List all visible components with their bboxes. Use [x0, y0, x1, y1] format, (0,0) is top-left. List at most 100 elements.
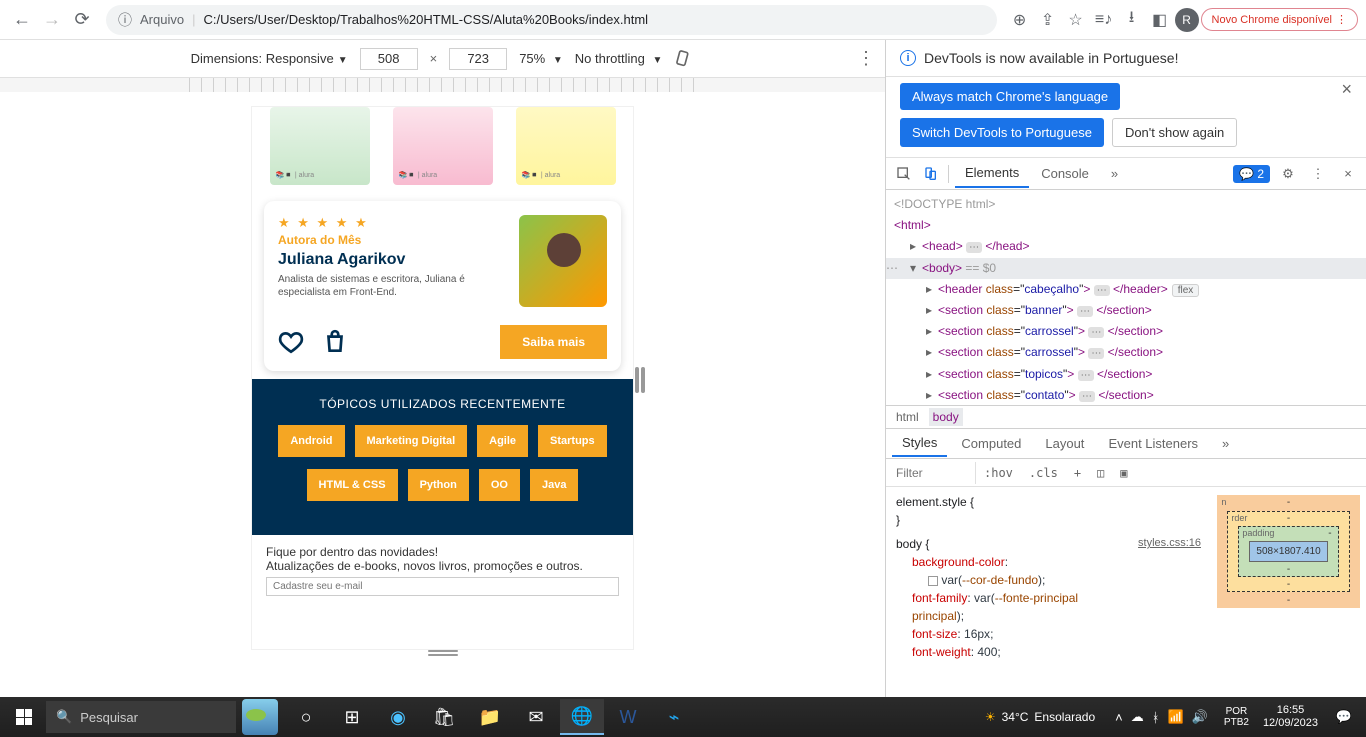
word-icon[interactable]: W	[606, 699, 650, 735]
rotate-icon[interactable]	[674, 49, 694, 69]
cls-toggle[interactable]: .cls	[1021, 462, 1066, 484]
task-view-icon[interactable]: ⊞	[330, 699, 374, 735]
sidepanel-icon[interactable]: ◧	[1147, 7, 1173, 33]
taskbar-search[interactable]: 🔍Pesquisar	[46, 701, 236, 733]
playlist-icon[interactable]: ≡♪	[1091, 7, 1117, 33]
issues-badge[interactable]: 💬2	[1233, 165, 1270, 183]
author-badge: Autora do Mês	[278, 233, 509, 247]
topic-button[interactable]: Agile	[477, 425, 528, 457]
clock[interactable]: 16:5512/09/2023	[1257, 704, 1324, 730]
zoom-selector[interactable]: 75% ▼	[519, 51, 563, 66]
breadcrumb-html[interactable]: html	[896, 410, 919, 424]
kebab-icon[interactable]: ⋮	[1306, 162, 1330, 186]
topic-button[interactable]: OO	[479, 469, 520, 501]
always-match-button[interactable]: Always match Chrome's language	[900, 83, 1120, 110]
bookmark-icon[interactable]: ☆	[1063, 7, 1089, 33]
box-model[interactable]: n - rder - padding - 508×1807.410 - - -	[1211, 487, 1366, 697]
tab-elements[interactable]: Elements	[955, 159, 1029, 188]
computed-icon[interactable]: ◫	[1089, 462, 1112, 484]
reload-button[interactable]: ⟳	[68, 6, 96, 34]
styles-filter-input[interactable]	[886, 462, 976, 484]
tab-more[interactable]: »	[1101, 160, 1128, 187]
inspect-icon[interactable]	[892, 162, 916, 186]
weather-widget[interactable]: ☀34°CEnsolarado	[975, 710, 1105, 724]
topic-button[interactable]: Marketing Digital	[355, 425, 468, 457]
close-devtools-icon[interactable]: ×	[1336, 162, 1360, 186]
forward-button[interactable]: →	[38, 6, 66, 34]
back-button[interactable]: ←	[8, 6, 36, 34]
author-card: ★ ★ ★ ★ ★ Autora do Mês Juliana Agarikov…	[264, 201, 621, 371]
switch-portuguese-button[interactable]: Switch DevTools to Portuguese	[900, 118, 1104, 147]
zoom-icon[interactable]: ⊕	[1007, 7, 1033, 33]
edge-icon[interactable]: ◉	[376, 699, 420, 735]
book-cover[interactable]: 📚◾ | alura	[393, 107, 493, 185]
dont-show-button[interactable]: Don't show again	[1112, 118, 1237, 147]
heart-icon[interactable]	[278, 329, 304, 355]
breadcrumb-body[interactable]: body	[929, 408, 963, 426]
rendered-page[interactable]: 📚◾ | alura 📚◾ | alura 📚◾ | alura ★ ★ ★ ★…	[252, 107, 633, 649]
info-icon: ⓘ	[118, 10, 132, 30]
new-rule-icon[interactable]: +	[1066, 462, 1089, 484]
chrome-update-button[interactable]: Novo Chrome disponível⋮	[1201, 8, 1358, 31]
tab-events[interactable]: Event Listeners	[1098, 431, 1208, 456]
topic-button[interactable]: Startups	[538, 425, 607, 457]
book-cover[interactable]: 📚◾ | alura	[270, 107, 370, 185]
styles-filter-bar: :hov .cls + ◫ ▣	[886, 459, 1366, 487]
system-tray[interactable]: ˄☁ᚼ📶🔊	[1107, 709, 1216, 725]
learn-more-button[interactable]: Saiba mais	[500, 325, 607, 359]
language-indicator[interactable]: PORPTB2	[1218, 706, 1255, 728]
cortana-icon[interactable]: ○	[284, 699, 328, 735]
devtools-tabs: Elements Console » 💬2 ⚙ ⋮ ×	[886, 158, 1366, 190]
notifications-icon[interactable]: 💬	[1326, 709, 1362, 725]
dimensions-selector[interactable]: Dimensions: Responsive▼	[191, 51, 348, 66]
tab-console[interactable]: Console	[1031, 160, 1099, 187]
toggle-sidebar-icon[interactable]: ▣	[1112, 462, 1135, 484]
address-bar[interactable]: ⓘ Arquivo | C:/Users/User/Desktop/Trabal…	[106, 5, 997, 35]
book-cover[interactable]: 📚◾ | alura	[516, 107, 616, 185]
topic-button[interactable]: Android	[278, 425, 344, 457]
gear-icon[interactable]: ⚙	[1276, 162, 1300, 186]
onedrive-icon: ☁	[1131, 709, 1144, 725]
vscode-icon[interactable]: ⌁	[652, 699, 696, 735]
devtools-notice: i DevTools is now available in Portugues…	[886, 40, 1366, 77]
explorer-icon[interactable]: 📁	[468, 699, 512, 735]
device-toggle-icon[interactable]	[918, 162, 942, 186]
start-button[interactable]	[4, 699, 44, 735]
chrome-icon[interactable]: 🌐	[560, 699, 604, 735]
topic-button[interactable]: Python	[408, 469, 469, 501]
topics-section: TÓPICOS UTILIZADOS RECENTEMENTE Android …	[252, 379, 633, 535]
topic-button[interactable]: HTML & CSS	[307, 469, 398, 501]
notice-text: DevTools is now available in Portuguese!	[924, 50, 1178, 66]
devtools-panel: i DevTools is now available in Portugues…	[886, 40, 1366, 697]
selected-element[interactable]: ⋯▾<body> == $0	[886, 258, 1366, 279]
tab-more-styles[interactable]: »	[1212, 431, 1239, 456]
close-icon[interactable]: ×	[1341, 79, 1352, 100]
tab-layout[interactable]: Layout	[1035, 431, 1094, 456]
scroll-handle[interactable]	[635, 367, 641, 393]
earth-app-icon[interactable]	[238, 699, 282, 735]
newsletter-email-input[interactable]	[266, 577, 619, 596]
device-more-icon[interactable]: ⋮	[857, 48, 875, 69]
store-icon[interactable]: 🛍	[422, 699, 466, 735]
info-icon: i	[900, 50, 916, 66]
address-divider: |	[192, 12, 195, 27]
wifi-icon: 📶	[1168, 709, 1184, 725]
hov-toggle[interactable]: :hov	[976, 462, 1021, 484]
topic-button[interactable]: Java	[530, 469, 578, 501]
tab-computed[interactable]: Computed	[951, 431, 1031, 456]
resize-handle-bottom[interactable]	[428, 650, 458, 655]
elements-tree[interactable]: <!DOCTYPE html> <html> ▸<head> ⋯ </head>…	[886, 190, 1366, 405]
styles-rules[interactable]: element.style { } body {styles.css:16 ba…	[886, 487, 1211, 697]
bag-icon[interactable]	[322, 329, 348, 355]
tab-styles[interactable]: Styles	[892, 430, 947, 457]
profile-avatar[interactable]: R	[1175, 8, 1199, 32]
width-input[interactable]	[360, 48, 418, 70]
height-input[interactable]	[449, 48, 507, 70]
download-icon[interactable]: ⭳	[1119, 7, 1145, 33]
viewport-area: 📚◾ | alura 📚◾ | alura 📚◾ | alura ★ ★ ★ ★…	[0, 92, 885, 697]
share-icon[interactable]: ⇪	[1035, 7, 1061, 33]
author-name: Juliana Agarikov	[278, 251, 509, 269]
throttling-selector[interactable]: No throttling ▼	[575, 51, 663, 66]
device-mode-panel: Dimensions: Responsive▼ × 75% ▼ No throt…	[0, 40, 886, 697]
mail-icon[interactable]: ✉	[514, 699, 558, 735]
